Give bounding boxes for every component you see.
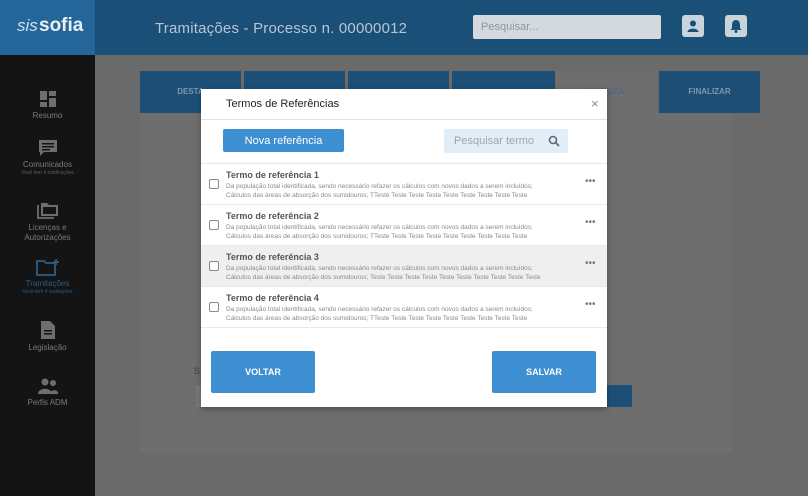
search-icon (548, 135, 560, 147)
folder-add-icon (35, 259, 59, 276)
terms-modal: Termos de Referências × Nova referência … (201, 89, 607, 407)
search-input[interactable] (473, 15, 661, 39)
close-icon[interactable]: × (591, 96, 599, 111)
divider (201, 119, 607, 120)
sidebar-item-sub: Você tem 4 avaliações (22, 289, 73, 295)
user-icon[interactable] (682, 15, 704, 37)
sidebar-item-legislacao[interactable]: Legislação (0, 320, 95, 353)
more-options-icon[interactable]: ••• (585, 217, 596, 228)
term-title: Termo de referência 2 (226, 211, 319, 221)
modal-title: Termos de Referências (226, 98, 340, 110)
checkbox[interactable] (209, 261, 219, 271)
list-item: Termo de referência 3 Da população total… (201, 246, 607, 287)
tab-finalizar[interactable]: FINALIZAR (659, 71, 760, 113)
sidebar-item-comunicados[interactable]: Comunicados Você tem 4 notificações (0, 139, 95, 177)
term-description-line: Cálculos das áreas de absorção dos sumid… (226, 315, 528, 322)
page-title: Tramitações - Processo n. 00000012 (155, 20, 408, 37)
term-title: Termo de referência 4 (226, 293, 319, 303)
sidebar-item-perfis[interactable]: Perfis ADM (0, 377, 95, 408)
document-icon (40, 321, 55, 339)
term-search-input[interactable]: Pesquisar termo (444, 129, 568, 153)
message-icon (38, 140, 57, 156)
list-item: Termo de referência 1 Da população total… (201, 164, 607, 205)
more-options-icon[interactable]: ••• (585, 176, 596, 187)
more-options-icon[interactable]: ••• (585, 299, 596, 310)
term-description-line: Da população total identificada, sendo n… (226, 183, 533, 190)
term-title: Termo de referência 3 (226, 252, 319, 262)
term-description-line: Da população total identificada, sendo n… (226, 265, 533, 272)
more-options-icon[interactable]: ••• (585, 258, 596, 269)
sidebar-item-tramitacoes[interactable]: Tramitações Você tem 4 avaliações (0, 258, 95, 296)
save-button[interactable]: SALVAR (492, 351, 596, 393)
sidebar-item-label: Tramitações (25, 279, 70, 288)
sidebar-item-label: Resumo (32, 111, 63, 120)
term-description-line: Cálculos das áreas de absorção dos sumid… (226, 274, 541, 281)
users-icon (37, 378, 58, 394)
sidebar-item-resumo[interactable]: Resumo (0, 90, 95, 121)
back-button[interactable]: VOLTAR (211, 351, 315, 393)
checkbox[interactable] (209, 302, 219, 312)
search-placeholder: Pesquisar termo (454, 135, 535, 147)
sidebar-item-sub: Você tem 4 notificações (21, 170, 74, 176)
sidebar-item-label: Licenças e Autorizações (24, 223, 71, 242)
term-description-line: Da população total identificada, sendo n… (226, 224, 533, 231)
folders-icon (36, 203, 58, 219)
sidebar-item-licencas[interactable]: Licenças e Autorizações (0, 202, 95, 243)
term-description: Da população total identificada, sendo n… (226, 264, 584, 282)
sidebar: Resumo Comunicados Você tem 4 notificaçõ… (0, 55, 95, 496)
term-description: Da população total identificada, sendo n… (226, 223, 584, 241)
brand-name: sofia (39, 15, 84, 36)
brand-logo[interactable]: sis sofia (0, 0, 95, 55)
term-title: Termo de referência 1 (226, 170, 319, 180)
sidebar-item-label: Comunicados (23, 160, 72, 169)
term-description-line: Da população total identificada, sendo n… (226, 306, 533, 313)
sidebar-item-label: Perfis ADM (27, 398, 68, 407)
checkbox[interactable] (209, 220, 219, 230)
sidebar-item-label: Legislação (28, 343, 67, 352)
dashboard-icon (39, 91, 56, 107)
term-description: Da população total identificada, sendo n… (226, 182, 584, 200)
new-reference-button[interactable]: Nova referência (223, 129, 344, 152)
list-item: Termo de referência 4 Da população total… (201, 287, 607, 328)
term-description-line: Cálculos das áreas de absorção dos sumid… (226, 233, 528, 240)
term-description: Da população total identificada, sendo n… (226, 305, 584, 323)
term-description-line: Cálculos das áreas de absorção dos sumid… (226, 192, 528, 199)
top-bar: sis sofia Tramitações - Processo n. 0000… (0, 0, 808, 55)
checkbox[interactable] (209, 179, 219, 189)
list-item: Termo de referência 2 Da população total… (201, 205, 607, 246)
bell-icon[interactable] (725, 15, 747, 37)
brand-prefix: sis (17, 16, 38, 35)
background-label: S (194, 366, 201, 376)
